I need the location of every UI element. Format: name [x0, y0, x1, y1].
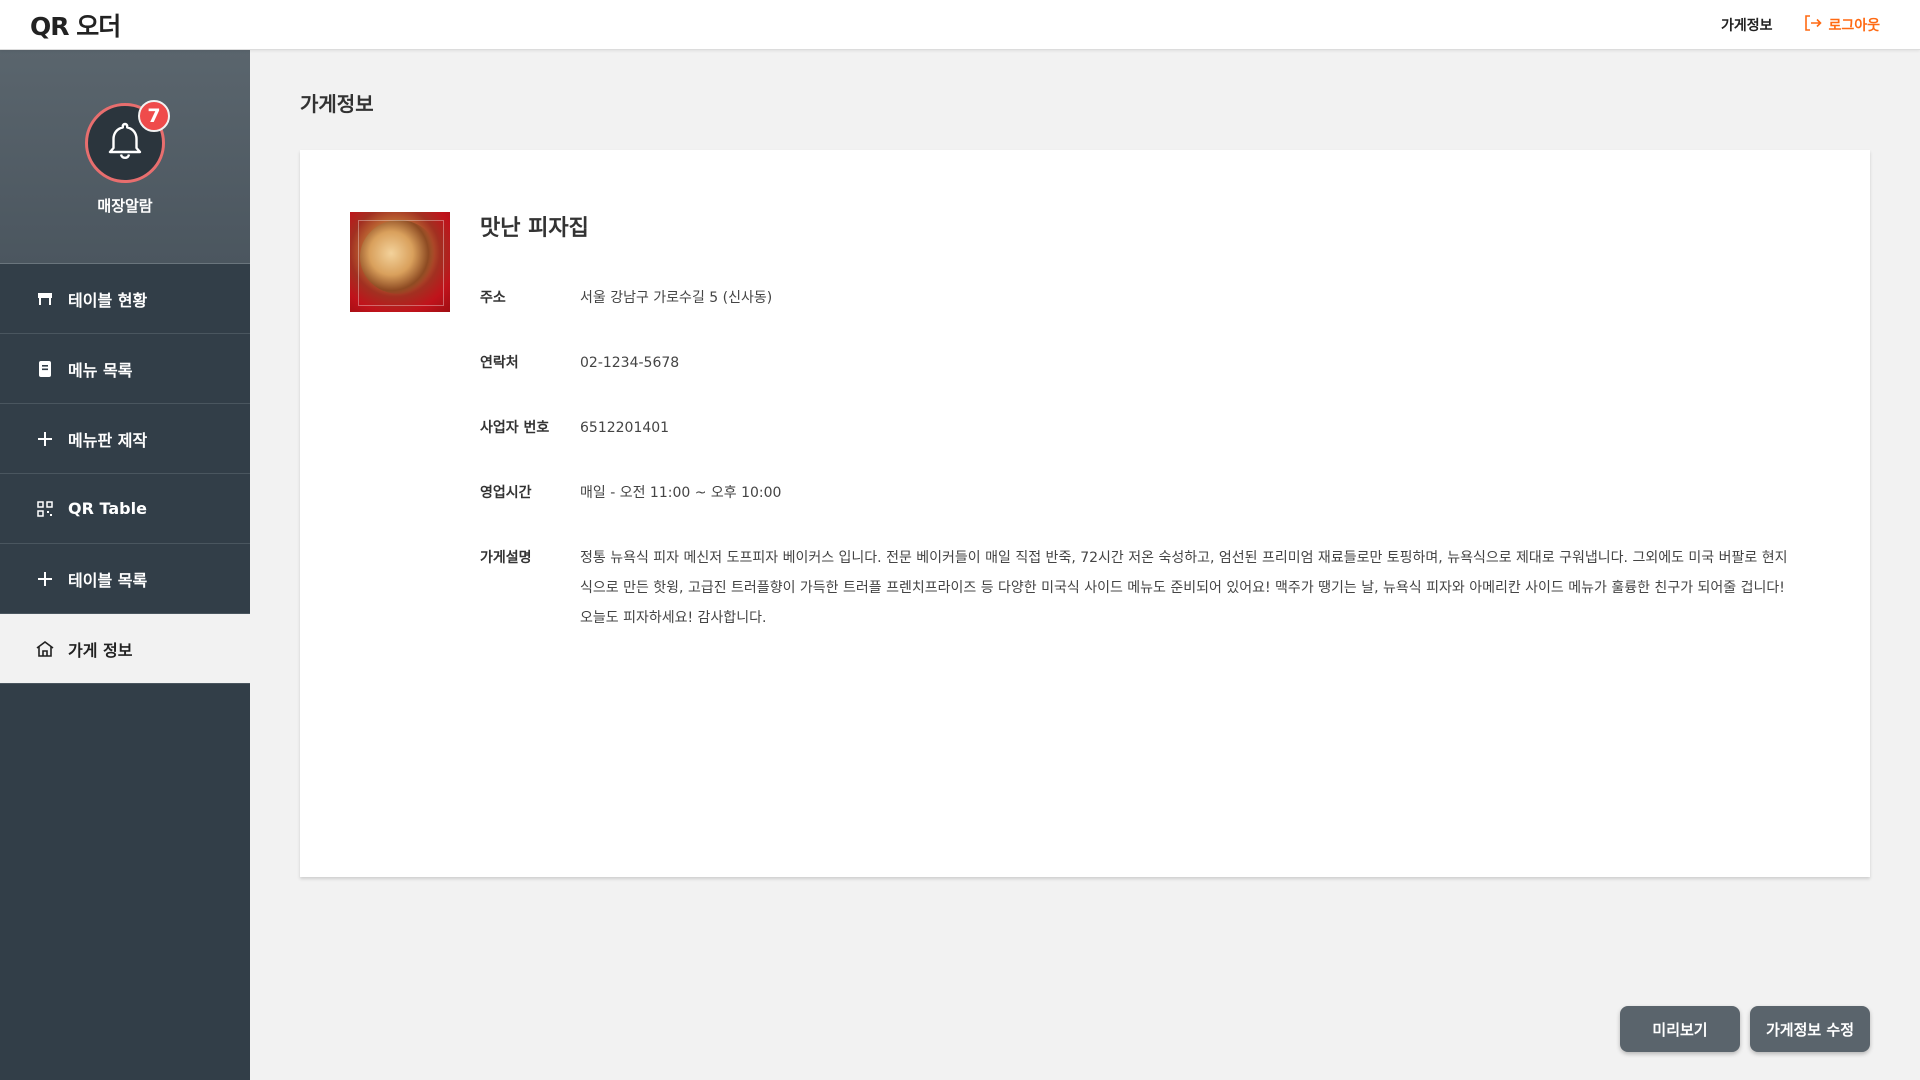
info-row-description: 가게설명 정통 뉴욕식 피자 메신저 도프피자 베이커스 입니다. 전문 베이커…: [480, 543, 1790, 633]
top-bar: QR 오더 가게정보 로그아웃: [0, 0, 1920, 50]
info-row-business-number: 사업자 번호 6512201401: [480, 413, 669, 443]
edit-store-info-button[interactable]: 가게정보 수정: [1750, 1006, 1870, 1052]
sidebar-item-label: 가게 정보: [68, 640, 133, 660]
store-alarm-button[interactable]: 7: [85, 100, 170, 183]
description-value: 정통 뉴욕식 피자 메신저 도프피자 베이커스 입니다. 전문 베이커들이 매일…: [580, 550, 1788, 626]
sidebar-item-qr-table[interactable]: QR Table: [0, 474, 250, 544]
alarm-count-badge: 7: [138, 100, 170, 132]
info-row-hours: 영업시간 매일 - 오전 11:00 ~ 오후 10:00: [480, 478, 781, 508]
sidebar-item-table-list[interactable]: 테이블 목록: [0, 544, 250, 614]
info-row-address: 주소 서울 강남구 가로수길 5 (신사동): [480, 283, 772, 313]
phone-value: 02-1234-5678: [580, 355, 680, 371]
phone-label: 연락처: [480, 355, 519, 371]
address-label: 주소: [480, 290, 506, 306]
preview-button[interactable]: 미리보기: [1620, 1006, 1740, 1052]
info-row-phone: 연락처 02-1234-5678: [480, 348, 679, 378]
qr-code-icon: [34, 498, 56, 520]
sidebar-item-label: 테이블 목록: [68, 570, 148, 590]
address-value: 서울 강남구 가로수길 5 (신사동): [580, 290, 773, 306]
sidebar-item-label: QR Table: [68, 499, 147, 518]
business-number-value: 6512201401: [580, 420, 670, 436]
sidebar-item-label: 메뉴판 제작: [68, 430, 148, 450]
sidebar-item-menu-list[interactable]: 메뉴 목록: [0, 334, 250, 404]
alarm-label: 매장알람: [97, 197, 153, 215]
store-name: 맛난 피자집: [480, 216, 589, 241]
plus-icon: [34, 428, 56, 450]
top-right-nav: 가게정보 로그아웃: [1721, 0, 1880, 50]
store-alarm-panel: 7 매장알람: [0, 50, 250, 264]
store-icon: [34, 638, 56, 660]
page-title: 가게정보: [300, 92, 374, 116]
business-number-label: 사업자 번호: [480, 420, 550, 436]
store-image: [350, 212, 450, 312]
logo[interactable]: QR 오더: [30, 10, 121, 41]
logout-button[interactable]: 로그아웃: [1804, 15, 1880, 35]
sidebar-item-label: 테이블 현황: [68, 290, 148, 310]
store-info-card: 맛난 피자집 주소 서울 강남구 가로수길 5 (신사동) 연락처 02-123…: [300, 150, 1870, 877]
logout-icon: [1804, 15, 1823, 35]
hours-label: 영업시간: [480, 485, 532, 501]
sidebar-item-menu-board[interactable]: 메뉴판 제작: [0, 404, 250, 474]
hours-value: 매일 - 오전 11:00 ~ 오후 10:00: [580, 485, 782, 501]
sidebar-item-table-status[interactable]: 테이블 현황: [0, 264, 250, 334]
bell-icon: [103, 119, 147, 167]
plus-icon: [34, 568, 56, 590]
menu-book-icon: [34, 358, 56, 380]
logout-label: 로그아웃: [1828, 18, 1880, 34]
table-icon: [34, 288, 56, 310]
store-info-link[interactable]: 가게정보: [1721, 15, 1773, 35]
sidebar: 7 매장알람 테이블 현황 메뉴 목록 메뉴판 제작 QR Table 테이블 …: [0, 50, 250, 1080]
description-label: 가게설명: [480, 550, 532, 566]
sidebar-item-label: 메뉴 목록: [68, 360, 133, 380]
sidebar-item-store-info[interactable]: 가게 정보: [0, 614, 250, 684]
